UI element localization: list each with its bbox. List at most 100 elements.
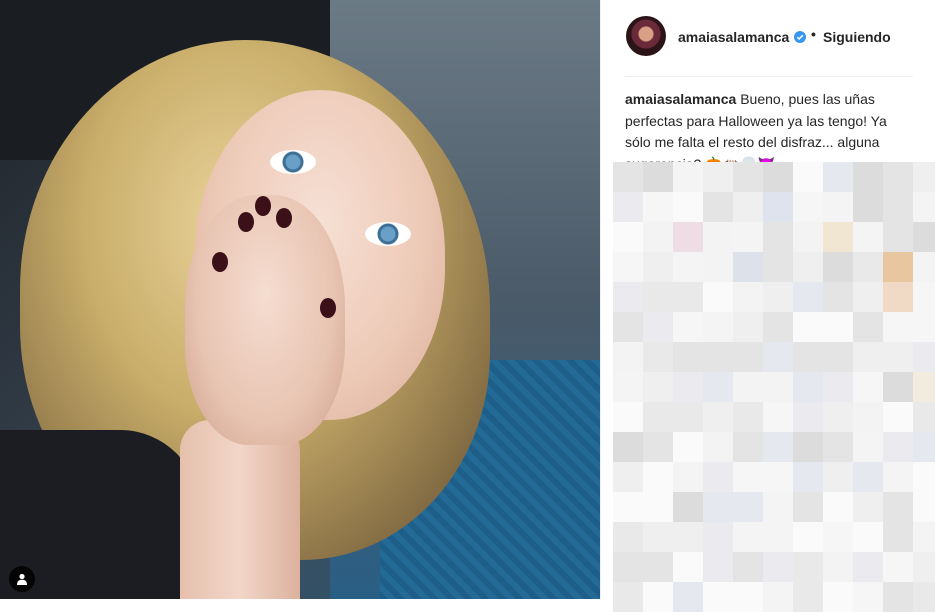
mosaic-cell [763,402,793,432]
mosaic-cell [673,582,703,612]
mosaic-cell [823,492,853,522]
mosaic-cell [673,432,703,462]
mosaic-cell [643,522,673,552]
mosaic-cell [853,492,883,522]
caption-username-link[interactable]: amaiasalamanca [625,91,736,107]
mosaic-cell [763,342,793,372]
mosaic-cell [913,462,935,492]
mosaic-cell [643,342,673,372]
mosaic-cell [733,552,763,582]
mosaic-cell [763,492,793,522]
mosaic-cell [703,312,733,342]
mosaic-cell [613,252,643,282]
mosaic-cell [853,282,883,312]
mosaic-cell [823,402,853,432]
mosaic-cell [703,282,733,312]
mosaic-cell [853,312,883,342]
mosaic-cell [703,402,733,432]
mosaic-cell [793,552,823,582]
mosaic-cell [733,402,763,432]
mosaic-cell [913,522,935,552]
tagged-user-icon[interactable] [9,566,35,592]
mosaic-cell [613,552,643,582]
mosaic-cell [793,342,823,372]
username-link[interactable]: amaiasalamanca [678,29,789,45]
mosaic-cell [853,222,883,252]
mosaic-cell [793,162,823,192]
photo-right-eye [365,222,411,246]
mosaic-cell [763,252,793,282]
mosaic-cell [883,222,913,252]
mosaic-cell [673,372,703,402]
mosaic-cell [883,402,913,432]
mosaic-cell [823,162,853,192]
mosaic-cell [643,582,673,612]
mosaic-cell [883,552,913,582]
mosaic-cell [733,222,763,252]
mosaic-cell [643,282,673,312]
photo-nail [320,298,336,318]
mosaic-cell [913,162,935,192]
mosaic-cell [823,222,853,252]
mosaic-cell [763,192,793,222]
mosaic-cell [913,222,935,252]
mosaic-cell [673,312,703,342]
mosaic-cell [613,582,643,612]
mosaic-cell [913,402,935,432]
photo-hand [185,195,345,445]
mosaic-cell [673,192,703,222]
mosaic-cell [673,282,703,312]
mosaic-cell [613,432,643,462]
mosaic-cell [913,192,935,222]
mosaic-cell [853,252,883,282]
mosaic-cell [673,252,703,282]
mosaic-cell [673,462,703,492]
following-button[interactable]: Siguiendo [823,29,891,45]
mosaic-cell [643,432,673,462]
mosaic-cell [853,162,883,192]
photo-nail [212,252,228,272]
mosaic-cell [673,222,703,252]
mosaic-cell [823,282,853,312]
mosaic-cell [673,552,703,582]
mosaic-cell [733,462,763,492]
avatar[interactable] [626,16,666,56]
mosaic-cell [613,342,643,372]
mosaic-cell [733,312,763,342]
mosaic-cell [733,522,763,552]
mosaic-cell [853,462,883,492]
mosaic-cell [853,522,883,552]
mosaic-cell [763,552,793,582]
photo-nail [276,208,292,228]
mosaic-cell [823,252,853,282]
post-photo[interactable] [0,0,600,599]
separator-dot: • [811,26,816,42]
mosaic-cell [763,432,793,462]
mosaic-cell [613,162,643,192]
mosaic-cell [643,162,673,192]
mosaic-cell [883,342,913,372]
mosaic-cell [613,402,643,432]
mosaic-cell [793,312,823,342]
mosaic-cell [763,162,793,192]
mosaic-cell [763,312,793,342]
header-divider [625,76,913,77]
mosaic-cell [733,372,763,402]
mosaic-cell [643,312,673,342]
mosaic-cell [823,372,853,402]
mosaic-cell [793,522,823,552]
mosaic-cell [823,582,853,612]
mosaic-cell [913,282,935,312]
post-header: amaiasalamanca • Siguiendo [601,0,935,76]
mosaic-cell [643,552,673,582]
mosaic-cell [883,192,913,222]
mosaic-cell [793,462,823,492]
mosaic-cell [703,582,733,612]
mosaic-cell [883,492,913,522]
mosaic-cell [703,372,733,402]
mosaic-cell [763,522,793,552]
mosaic-cell [913,372,935,402]
mosaic-cell [793,222,823,252]
mosaic-cell [613,462,643,492]
mosaic-cell [673,342,703,372]
